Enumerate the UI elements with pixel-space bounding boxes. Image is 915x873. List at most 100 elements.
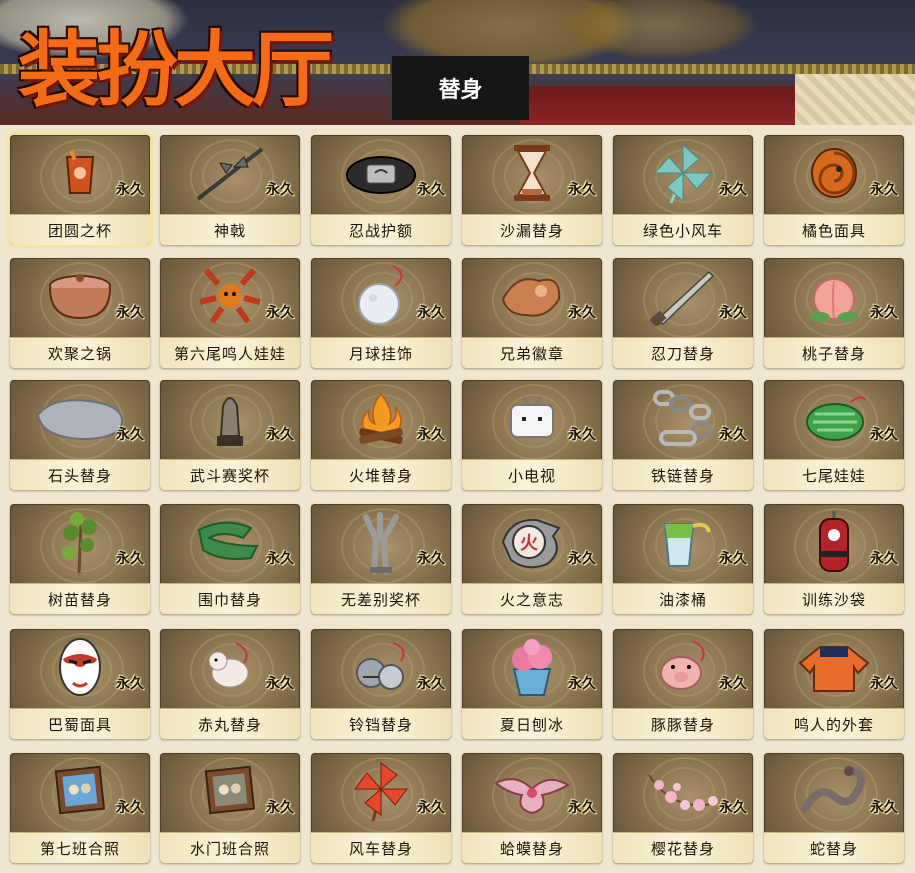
item-card[interactable]: 永久 月球挂饰 (311, 258, 451, 368)
item-card[interactable]: 永久 豚豚替身 (613, 629, 753, 739)
item-card[interactable]: 永久围巾替身 (160, 504, 300, 614)
permanent-tag: 永久 (116, 305, 144, 321)
item-card[interactable]: 永久无差别奖杯 (311, 504, 451, 614)
permanent-tag: 永久 (719, 800, 747, 816)
item-name: 训练沙袋 (764, 583, 904, 614)
permanent-tag: 永久 (417, 427, 445, 443)
item-name: 第六尾鸣人娃娃 (160, 337, 300, 368)
item-card[interactable]: 永久 第六尾鸣人娃娃 (160, 258, 300, 368)
item-card[interactable]: 永久 神戟 (160, 135, 300, 245)
item-card[interactable]: 永久夏日刨冰 (462, 629, 602, 739)
item-card[interactable]: 永久 橘色面具 (764, 135, 904, 245)
permanent-tag: 永久 (116, 800, 144, 816)
item-name: 橘色面具 (764, 214, 904, 245)
pinwheel-red-icon (351, 759, 411, 827)
shaved-ice-icon (504, 635, 560, 703)
permanent-tag: 永久 (719, 427, 747, 443)
item-grid: 永久 团圆之杯 永久 神戟 永久 忍战护额 永久 沙漏替身 永久 绿色小风车 永久 橘色面具 永久 欢聚之… (0, 125, 915, 873)
badge-icon (497, 269, 567, 327)
sakura-icon (643, 763, 723, 823)
svg-text:火: 火 (520, 533, 539, 554)
item-card[interactable]: 永久 团圆之杯 (10, 135, 150, 245)
peach-icon (806, 269, 862, 327)
dog-icon (200, 639, 260, 699)
permanent-tag: 永久 (116, 551, 144, 567)
stone-icon (32, 393, 128, 447)
item-card[interactable]: 永久 水门班合照 (160, 753, 300, 863)
item-name: 无差别奖杯 (311, 583, 451, 614)
permanent-tag: 永久 (266, 676, 294, 692)
item-card[interactable]: 永久 忍战护额 (311, 135, 451, 245)
permanent-tag: 永久 (719, 676, 747, 692)
item-name: 小电视 (462, 459, 602, 490)
permanent-tag: 永久 (870, 305, 898, 321)
permanent-tag: 永久 (568, 182, 596, 198)
header-pattern-panel (795, 74, 915, 125)
opera-mask-icon (55, 635, 105, 703)
item-name: 七尾娃娃 (764, 459, 904, 490)
permanent-tag: 永久 (417, 551, 445, 567)
photo-frame-icon (52, 763, 108, 823)
item-card[interactable]: 永久 风车替身 (311, 753, 451, 863)
campfire-icon (351, 388, 411, 452)
item-name: 忍刀替身 (613, 337, 753, 368)
item-name: 鸣人的外套 (764, 708, 904, 739)
fox-doll-icon (198, 264, 262, 332)
item-card[interactable]: 永久 蛇替身 (764, 753, 904, 863)
item-name: 火堆替身 (311, 459, 451, 490)
item-card[interactable]: 永久 七尾娃娃 (764, 380, 904, 490)
chain-icon (647, 386, 719, 454)
item-name: 第七班合照 (10, 832, 150, 863)
item-name: 兄弟徽章 (462, 337, 602, 368)
paint-bucket-icon (651, 510, 715, 578)
item-card[interactable]: 永久 绿色小风车 (613, 135, 753, 245)
item-card[interactable]: 永久欢聚之锅 (10, 258, 150, 368)
item-card[interactable]: 永久 巴蜀面具 (10, 629, 150, 739)
item-name: 蛇替身 (764, 832, 904, 863)
headband-icon (341, 143, 421, 207)
item-card[interactable]: 永久兄弟徽章 (462, 258, 602, 368)
item-card[interactable]: 永久武斗赛奖杯 (160, 380, 300, 490)
item-card[interactable]: 永久 沙漏替身 (462, 135, 602, 245)
item-card[interactable]: 永久 蛤蟆替身 (462, 753, 602, 863)
item-card[interactable]: 永久树苗替身 (10, 504, 150, 614)
toad-icon (492, 763, 572, 823)
permanent-tag: 永久 (266, 551, 294, 567)
permanent-tag: 永久 (568, 305, 596, 321)
item-card[interactable]: 永久火堆替身 (311, 380, 451, 490)
item-name: 夏日刨冰 (462, 708, 602, 739)
permanent-tag: 永久 (266, 800, 294, 816)
photo-frame-icon (202, 763, 258, 823)
permanent-tag: 永久 (568, 676, 596, 692)
item-card[interactable]: 永久 铃铛替身 (311, 629, 451, 739)
item-card[interactable]: 永久 训练沙袋 (764, 504, 904, 614)
item-card[interactable]: 永久 赤丸替身 (160, 629, 300, 739)
trophy-icon (205, 386, 255, 454)
jacket-icon (796, 639, 872, 699)
item-name: 欢聚之锅 (10, 337, 150, 368)
item-card[interactable]: 永久 樱花替身 (613, 753, 753, 863)
item-card[interactable]: 永久 石头替身 (10, 380, 150, 490)
item-name: 围巾替身 (160, 583, 300, 614)
fire-will-icon: 火 (497, 512, 567, 576)
tab-substitute[interactable]: 替身 (390, 56, 529, 120)
item-card[interactable]: 永久第七班合照 (10, 753, 150, 863)
permanent-tag: 永久 (568, 551, 596, 567)
blade-icon (643, 266, 723, 330)
item-name: 武斗赛奖杯 (160, 459, 300, 490)
moon-ornament-icon (349, 262, 413, 334)
hourglass-icon (510, 143, 554, 207)
item-card[interactable]: 永久 鸣人的外套 (764, 629, 904, 739)
item-card[interactable]: 永久 桃子替身 (764, 258, 904, 368)
permanent-tag: 永久 (266, 427, 294, 443)
bells-icon (349, 639, 413, 699)
permanent-tag: 永久 (568, 427, 596, 443)
item-card[interactable]: 永久 忍刀替身 (613, 258, 753, 368)
item-card[interactable]: 火永久 火之意志 (462, 504, 602, 614)
item-name: 树苗替身 (10, 583, 150, 614)
item-card[interactable]: 永久 油漆桶 (613, 504, 753, 614)
halberd-icon (190, 143, 270, 207)
item-card[interactable]: 永久 铁链替身 (613, 380, 753, 490)
page-title: 装扮大厅 (18, 22, 334, 118)
item-card[interactable]: 永久小电视 (462, 380, 602, 490)
